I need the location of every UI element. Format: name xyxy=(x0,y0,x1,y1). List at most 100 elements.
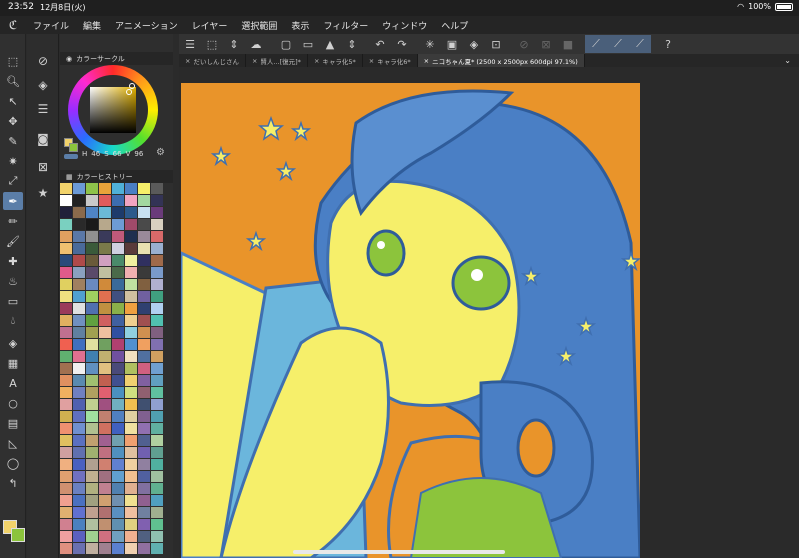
color-swatch[interactable] xyxy=(138,195,150,206)
color-swatch[interactable] xyxy=(60,519,72,530)
color-swatch[interactable] xyxy=(99,387,111,398)
color-swatch[interactable] xyxy=(60,495,72,506)
text-icon[interactable]: A xyxy=(3,374,23,392)
color-swatch[interactable] xyxy=(125,363,137,374)
color-swatch[interactable] xyxy=(73,231,85,242)
sub-color-mini[interactable] xyxy=(69,143,78,152)
tab-close-icon[interactable]: × xyxy=(424,57,429,65)
menu-view[interactable]: 表示 xyxy=(284,19,316,32)
clear-icon[interactable]: ⊘ xyxy=(513,35,535,53)
color-swatch[interactable] xyxy=(151,399,163,410)
color-swatch[interactable] xyxy=(125,195,137,206)
color-swatch[interactable] xyxy=(86,207,98,218)
color-swatch[interactable] xyxy=(99,471,111,482)
color-swatch[interactable] xyxy=(151,279,163,290)
color-swatch[interactable] xyxy=(99,531,111,542)
color-swatch[interactable] xyxy=(73,315,85,326)
color-swatch[interactable] xyxy=(112,411,124,422)
color-swatch[interactable] xyxy=(112,519,124,530)
clear-outside-icon[interactable]: ⊠ xyxy=(535,35,557,53)
color-swatch[interactable] xyxy=(86,363,98,374)
material-icon[interactable]: ⊠ xyxy=(34,158,52,176)
color-swatch[interactable] xyxy=(125,375,137,386)
color-swatch[interactable] xyxy=(112,219,124,230)
color-swatch[interactable] xyxy=(86,411,98,422)
color-swatch[interactable] xyxy=(99,423,111,434)
pencil-icon[interactable]: ✏ xyxy=(3,212,23,230)
color-swatch[interactable] xyxy=(138,255,150,266)
color-swatch[interactable] xyxy=(73,531,85,542)
color-swatch[interactable] xyxy=(86,459,98,470)
color-swatch[interactable] xyxy=(86,507,98,518)
color-swatch[interactable] xyxy=(99,303,111,314)
color-swatch[interactable] xyxy=(138,315,150,326)
menu-filter[interactable]: フィルター xyxy=(316,19,375,32)
fill-icon[interactable]: ■ xyxy=(557,35,579,53)
color-swatch[interactable] xyxy=(151,315,163,326)
color-swatch[interactable] xyxy=(99,291,111,302)
color-swatch[interactable] xyxy=(125,399,137,410)
color-swatch[interactable] xyxy=(151,183,163,194)
color-swatch[interactable] xyxy=(86,483,98,494)
color-swatch[interactable] xyxy=(73,543,85,554)
color-swatch[interactable] xyxy=(73,483,85,494)
color-swatch[interactable] xyxy=(125,207,137,218)
color-swatch[interactable] xyxy=(112,207,124,218)
color-swatch[interactable] xyxy=(86,399,98,410)
color-swatch[interactable] xyxy=(112,351,124,362)
color-swatch[interactable] xyxy=(73,471,85,482)
menu-edit[interactable]: 編集 xyxy=(76,19,108,32)
settings-icon[interactable]: ⚙ xyxy=(156,147,165,158)
color-swatch[interactable] xyxy=(112,255,124,266)
color-swatch[interactable] xyxy=(112,267,124,278)
color-swatch[interactable] xyxy=(60,363,72,374)
pen-icon[interactable]: ✒ xyxy=(3,192,23,210)
color-swatch[interactable] xyxy=(86,327,98,338)
color-swatch[interactable] xyxy=(60,375,72,386)
color-swatch[interactable] xyxy=(125,291,137,302)
color-swatch[interactable] xyxy=(86,543,98,554)
color-swatch[interactable] xyxy=(86,183,98,194)
color-swatch[interactable] xyxy=(73,399,85,410)
color-swatch[interactable] xyxy=(73,423,85,434)
color-swatch[interactable] xyxy=(112,231,124,242)
color-swatch[interactable] xyxy=(99,255,111,266)
color-swatch[interactable] xyxy=(86,243,98,254)
color-swatch[interactable] xyxy=(86,291,98,302)
color-swatch[interactable] xyxy=(112,423,124,434)
color-swatch[interactable] xyxy=(125,435,137,446)
color-swatch[interactable] xyxy=(138,399,150,410)
color-swatch[interactable] xyxy=(60,387,72,398)
color-swatch[interactable] xyxy=(151,519,163,530)
color-swatch[interactable] xyxy=(151,351,163,362)
sv-cursor[interactable] xyxy=(126,89,132,95)
color-swatch[interactable] xyxy=(151,531,163,542)
figure-icon[interactable]: ○ xyxy=(3,394,23,412)
color-swatch[interactable] xyxy=(99,315,111,326)
color-swatch[interactable] xyxy=(151,495,163,506)
open-file-icon[interactable]: ▭ xyxy=(297,35,319,53)
color-swatch[interactable] xyxy=(138,207,150,218)
transparent-toggle[interactable] xyxy=(64,154,78,159)
color-swatch[interactable] xyxy=(125,471,137,482)
color-swatch[interactable] xyxy=(151,435,163,446)
fill-selection-icon[interactable]: ◈ xyxy=(463,35,485,53)
color-swatch[interactable] xyxy=(112,327,124,338)
color-swatch[interactable] xyxy=(60,267,72,278)
color-swatch[interactable] xyxy=(112,279,124,290)
color-swatch[interactable] xyxy=(138,531,150,542)
color-swatch[interactable] xyxy=(112,339,124,350)
star-material-icon[interactable]: ★ xyxy=(34,184,52,202)
color-swatch[interactable] xyxy=(125,303,137,314)
color-swatch[interactable] xyxy=(86,339,98,350)
color-swatch[interactable] xyxy=(112,399,124,410)
color-swatch[interactable] xyxy=(151,303,163,314)
color-swatch[interactable] xyxy=(60,207,72,218)
color-swatch[interactable] xyxy=(73,267,85,278)
color-swatch[interactable] xyxy=(138,387,150,398)
tab-0[interactable]: × だいしんじさん xyxy=(179,54,246,67)
color-swatch[interactable] xyxy=(151,267,163,278)
color-swatch[interactable] xyxy=(99,243,111,254)
color-swatch[interactable] xyxy=(138,327,150,338)
color-swatch[interactable] xyxy=(138,363,150,374)
